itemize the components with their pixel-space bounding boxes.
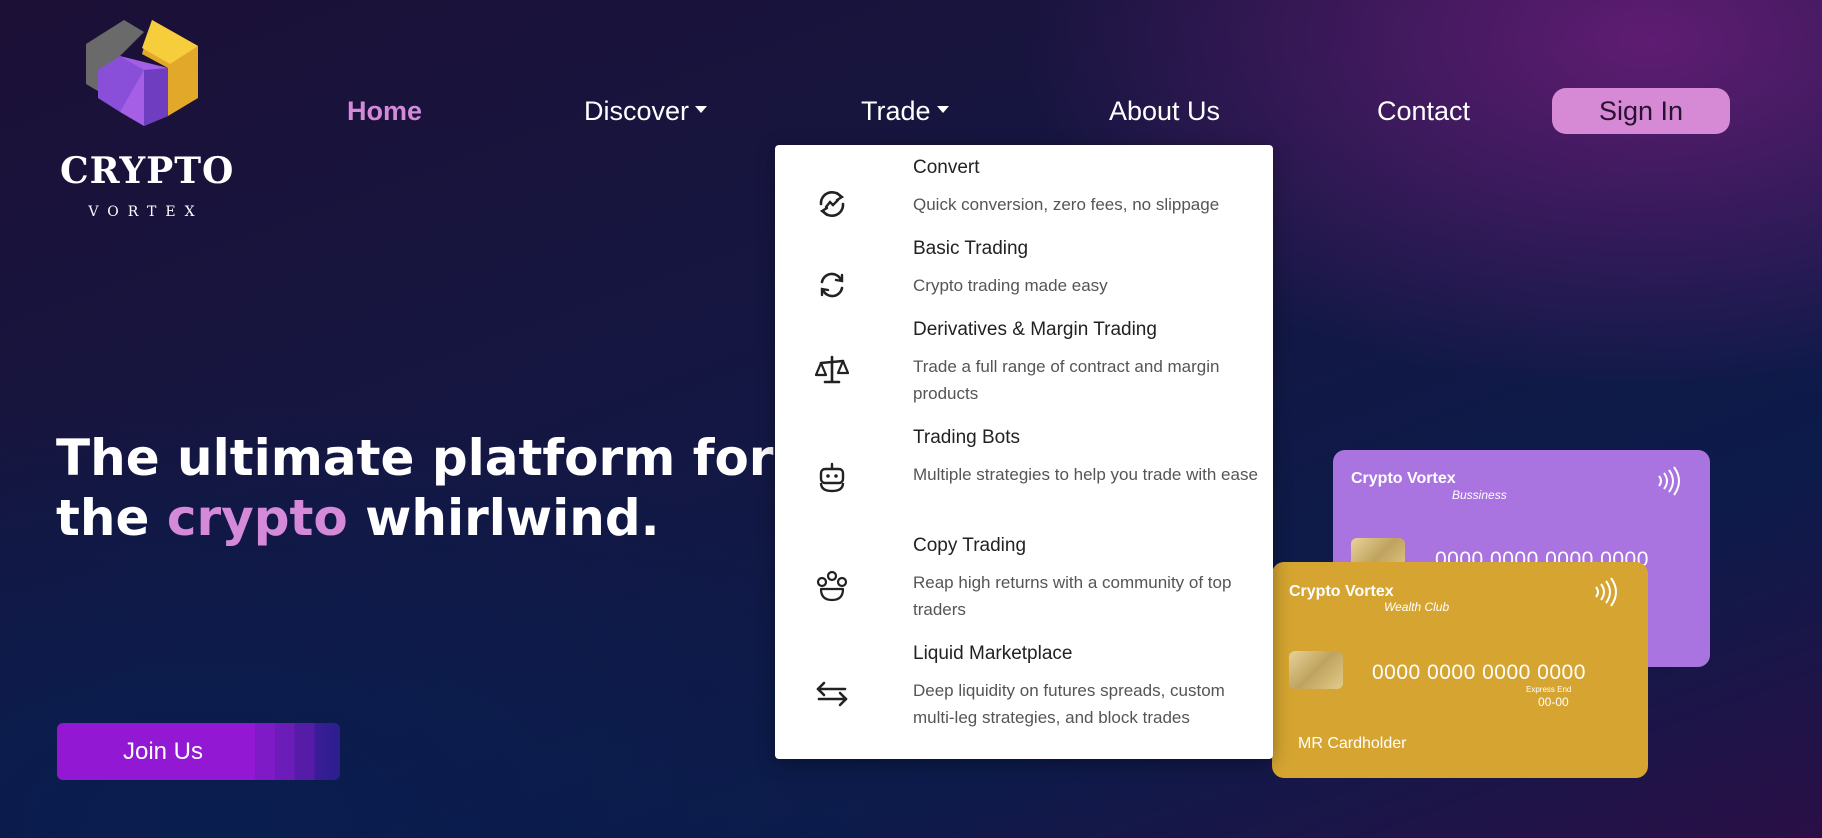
refresh-arrows-icon bbox=[820, 272, 844, 298]
join-us-button[interactable]: Join Us bbox=[57, 723, 340, 780]
nav-home[interactable]: Home bbox=[347, 96, 422, 127]
menu-item-description: Crypto trading made easy bbox=[913, 276, 1108, 295]
menu-item-title: Derivatives & Margin Trading bbox=[913, 319, 1157, 340]
exchange-arrows-icon bbox=[816, 681, 848, 707]
menu-item-basic-trading[interactable]: Basic Trading Crypto trading made easy bbox=[775, 238, 1273, 308]
card-holder: MR Cardholder bbox=[1298, 735, 1407, 752]
chevron-down-icon bbox=[936, 106, 949, 114]
menu-item-liquid-marketplace[interactable]: Liquid Marketplace Deep liquidity on fut… bbox=[775, 643, 1273, 739]
trade-dropdown-menu: Convert Quick conversion, zero fees, no … bbox=[775, 145, 1273, 759]
menu-item-copy-trading[interactable]: Copy Trading Reap high returns with a co… bbox=[775, 535, 1273, 631]
contactless-icon bbox=[1595, 577, 1617, 607]
card-number: 0000 0000 0000 0000 bbox=[1372, 661, 1586, 684]
nav-trade-label: Trade bbox=[861, 96, 931, 126]
nav-about-label: About Us bbox=[1109, 96, 1221, 126]
wealth-club-card-image: Crypto Vortex Wealth Club 0000 0000 0000… bbox=[1272, 562, 1648, 778]
contactless-icon bbox=[1658, 466, 1680, 496]
card-brand: Crypto Vortex bbox=[1289, 583, 1394, 600]
menu-item-title: Copy Trading bbox=[913, 535, 1027, 556]
hero-line-2-end: whirlwind. bbox=[347, 489, 660, 547]
sign-in-button[interactable]: Sign In bbox=[1552, 88, 1730, 134]
card-tier: Bussiness bbox=[1452, 488, 1507, 502]
nav-discover-label: Discover bbox=[584, 96, 690, 126]
menu-item-description: Reap high returns with a community of to… bbox=[913, 573, 1232, 619]
card-brand: Crypto Vortex bbox=[1351, 470, 1456, 487]
menu-item-title: Basic Trading bbox=[913, 238, 1029, 259]
nav-about[interactable]: About Us bbox=[1109, 96, 1220, 127]
menu-item-derivatives-margin[interactable]: Derivatives & Margin Trading Trade a ful… bbox=[775, 319, 1273, 415]
hero-accent-word: crypto bbox=[166, 489, 348, 547]
menu-item-title: Liquid Marketplace bbox=[913, 643, 1073, 664]
card-chip bbox=[1289, 651, 1343, 689]
nav-trade[interactable]: Trade bbox=[861, 96, 949, 127]
menu-item-description: Deep liquidity on futures spreads, custo… bbox=[913, 681, 1225, 727]
nav-discover[interactable]: Discover bbox=[584, 96, 708, 127]
nav-home-label: Home bbox=[347, 96, 423, 126]
join-us-label: Join Us bbox=[122, 738, 204, 765]
convert-icon bbox=[819, 191, 845, 217]
card-expiry: 00-00 bbox=[1538, 695, 1569, 709]
hero-line-2-start: the bbox=[56, 489, 167, 547]
robot-icon bbox=[819, 462, 845, 493]
card-expiry-label: Express End bbox=[1526, 685, 1572, 694]
community-icon bbox=[816, 570, 848, 602]
nav-contact-label: Contact bbox=[1377, 96, 1471, 126]
logo-wordmark: CRYPTO bbox=[60, 150, 235, 192]
menu-item-description: Quick conversion, zero fees, no slippage bbox=[913, 195, 1220, 214]
menu-item-title: Convert bbox=[913, 157, 980, 178]
menu-item-convert[interactable]: Convert Quick conversion, zero fees, no … bbox=[775, 157, 1273, 227]
menu-item-description: Trade a full range of contract and margi… bbox=[913, 357, 1220, 403]
menu-item-description: Multiple strategies to help you trade wi… bbox=[913, 465, 1258, 484]
card-tier: Wealth Club bbox=[1384, 600, 1450, 614]
brand-logo[interactable]: CRYPTO VORTEX bbox=[56, 16, 235, 220]
menu-item-trading-bots[interactable]: Trading Bots Multiple strategies to help… bbox=[775, 427, 1273, 523]
chevron-down-icon bbox=[695, 106, 708, 114]
menu-item-title: Trading Bots bbox=[913, 427, 1021, 448]
scales-icon bbox=[815, 355, 849, 384]
logo-mark-icon bbox=[86, 20, 198, 126]
logo-subtitle: VORTEX bbox=[88, 204, 204, 220]
nav-contact[interactable]: Contact bbox=[1377, 96, 1470, 127]
